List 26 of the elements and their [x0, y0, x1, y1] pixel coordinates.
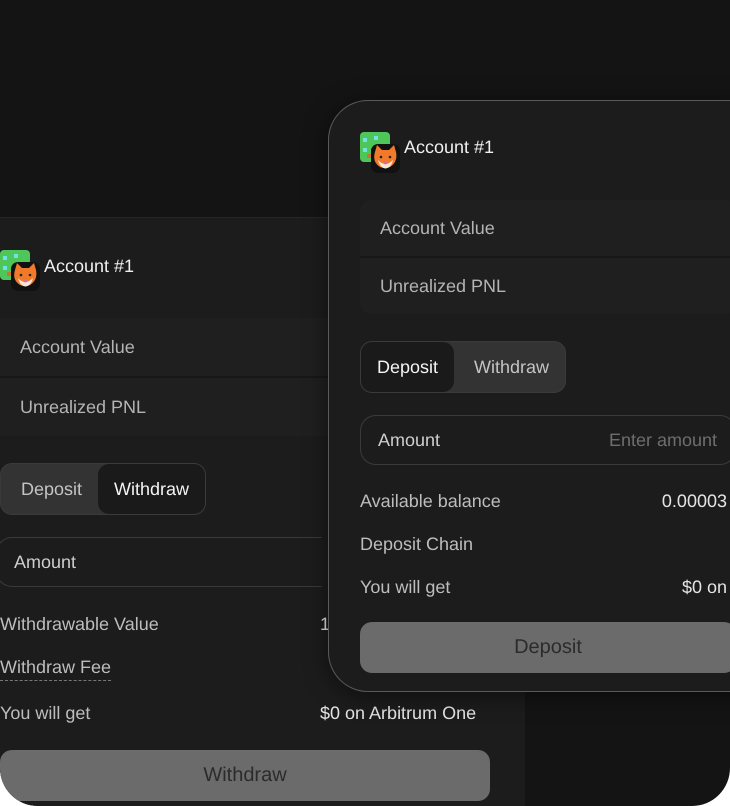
- field-label: Amount: [14, 552, 76, 572]
- detail-label: You will get: [0, 702, 92, 724]
- account-title: Account #1: [44, 256, 134, 277]
- detail-label: You will get: [360, 577, 450, 598]
- stat-label: Account Value: [380, 218, 495, 238]
- amount-input[interactable]: Enter amount: [440, 430, 717, 450]
- stat-label: Unrealized PNL: [20, 396, 146, 418]
- tab[interactable]: Withdraw: [454, 342, 566, 392]
- amount-field[interactable]: Amount: [0, 537, 322, 587]
- detail-label: Available balance: [360, 491, 501, 512]
- detail-value: 0.00003: [662, 491, 727, 512]
- stat-label: Account Value: [20, 336, 135, 358]
- detail-label: Withdraw Fee: [0, 656, 112, 681]
- tab[interactable]: Deposit: [361, 342, 454, 392]
- detail-value: $0 on Arbitrum One: [319, 702, 478, 724]
- field-label: Amount: [378, 430, 440, 450]
- account-title: Account #1: [404, 137, 494, 158]
- tab[interactable]: Deposit: [1, 464, 98, 514]
- detail-value: $0 on: [682, 577, 727, 598]
- tab[interactable]: Withdraw: [98, 464, 206, 514]
- stat-label: Unrealized PNL: [380, 276, 506, 296]
- detail-label: Deposit Chain: [360, 534, 474, 555]
- detail-value: 1: [319, 614, 332, 635]
- avatar-icon: [360, 132, 400, 174]
- amount-field[interactable]: Amount Enter amount: [360, 415, 730, 465]
- detail-label: Withdrawable Value: [0, 614, 160, 635]
